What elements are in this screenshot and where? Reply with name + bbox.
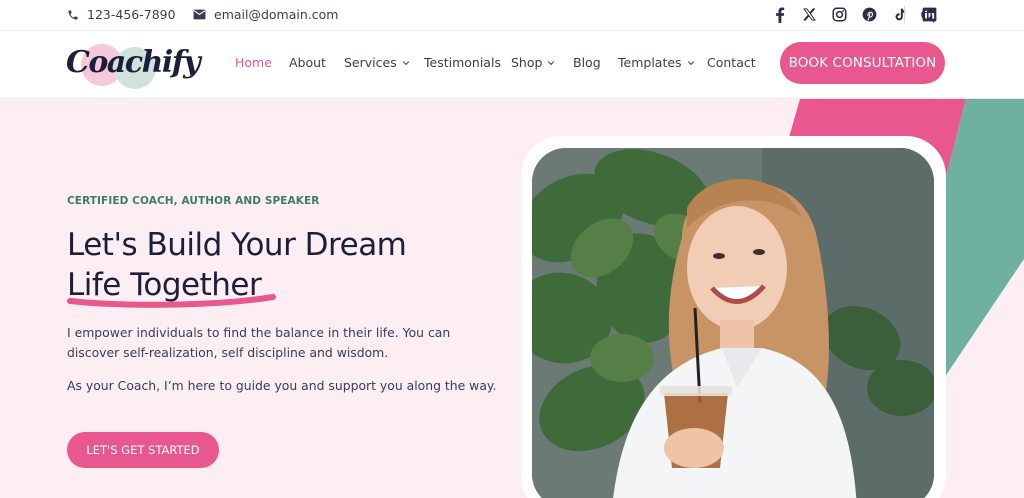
nav-item-contact[interactable]: Contact — [707, 55, 756, 70]
nav-item-services[interactable]: Services — [344, 55, 410, 70]
nav-label: Testimonials — [424, 55, 501, 70]
hero-paragraph-2: As your Coach, I’m here to guide you and… — [67, 378, 497, 393]
nav-label: Templates — [618, 55, 682, 70]
social-links — [771, 6, 938, 23]
headline-underline-swash — [67, 294, 276, 308]
email-address: email@domain.com — [214, 7, 339, 22]
nav-item-home[interactable]: Home — [235, 55, 272, 70]
hero-paragraph-1-line-1: I empower individuals to find the balanc… — [67, 325, 451, 340]
nav-item-about[interactable]: About — [289, 55, 326, 70]
headline-line-1: Let's Build Your Dream — [67, 227, 407, 263]
nav-label: Home — [235, 55, 272, 70]
nav-item-templates[interactable]: Templates — [618, 55, 695, 70]
book-consultation-button[interactable]: BOOK CONSULTATION — [780, 42, 945, 84]
search-icon — [920, 8, 934, 22]
top-bar: 123-456-7890 email@domain.com — [0, 0, 1024, 31]
chevron-down-icon — [687, 60, 694, 65]
nav-item-testimonials[interactable]: Testimonials — [424, 55, 501, 70]
phone-icon — [68, 10, 78, 19]
chevron-down-icon — [548, 60, 555, 65]
phone-contact[interactable]: 123-456-7890 — [67, 7, 176, 22]
chevron-down-icon — [402, 60, 409, 65]
email-contact[interactable]: email@domain.com — [193, 7, 338, 22]
x-icon[interactable] — [801, 6, 818, 23]
nav-label: Contact — [707, 55, 756, 70]
main-header: Coachify Home About Services Testimonial… — [0, 31, 1024, 99]
hero-section: CERTIFIED COACH, AUTHOR AND SPEAKER Let'… — [0, 99, 1024, 498]
nav-label: About — [289, 55, 326, 70]
nav-label: Shop — [511, 55, 543, 70]
coach-photo — [532, 148, 934, 498]
facebook-icon[interactable] — [771, 6, 788, 23]
search-button[interactable] — [917, 5, 937, 25]
topbar-divider — [904, 6, 905, 23]
pinterest-icon[interactable] — [861, 6, 878, 23]
hero-eyebrow: CERTIFIED COACH, AUTHOR AND SPEAKER — [67, 195, 320, 207]
nav-item-blog[interactable]: Blog — [573, 55, 601, 70]
instagram-icon[interactable] — [831, 6, 848, 23]
nav-label: Services — [344, 55, 397, 70]
hero-paragraph-1-line-2: discover self-realization, self discipli… — [67, 345, 389, 360]
phone-number: 123-456-7890 — [87, 7, 176, 22]
mail-icon — [193, 9, 206, 20]
nav-label: Blog — [573, 55, 601, 70]
tiktok-icon[interactable] — [891, 6, 908, 23]
nav-item-shop[interactable]: Shop — [511, 55, 555, 70]
get-started-button[interactable]: LET'S GET STARTED — [67, 432, 219, 468]
